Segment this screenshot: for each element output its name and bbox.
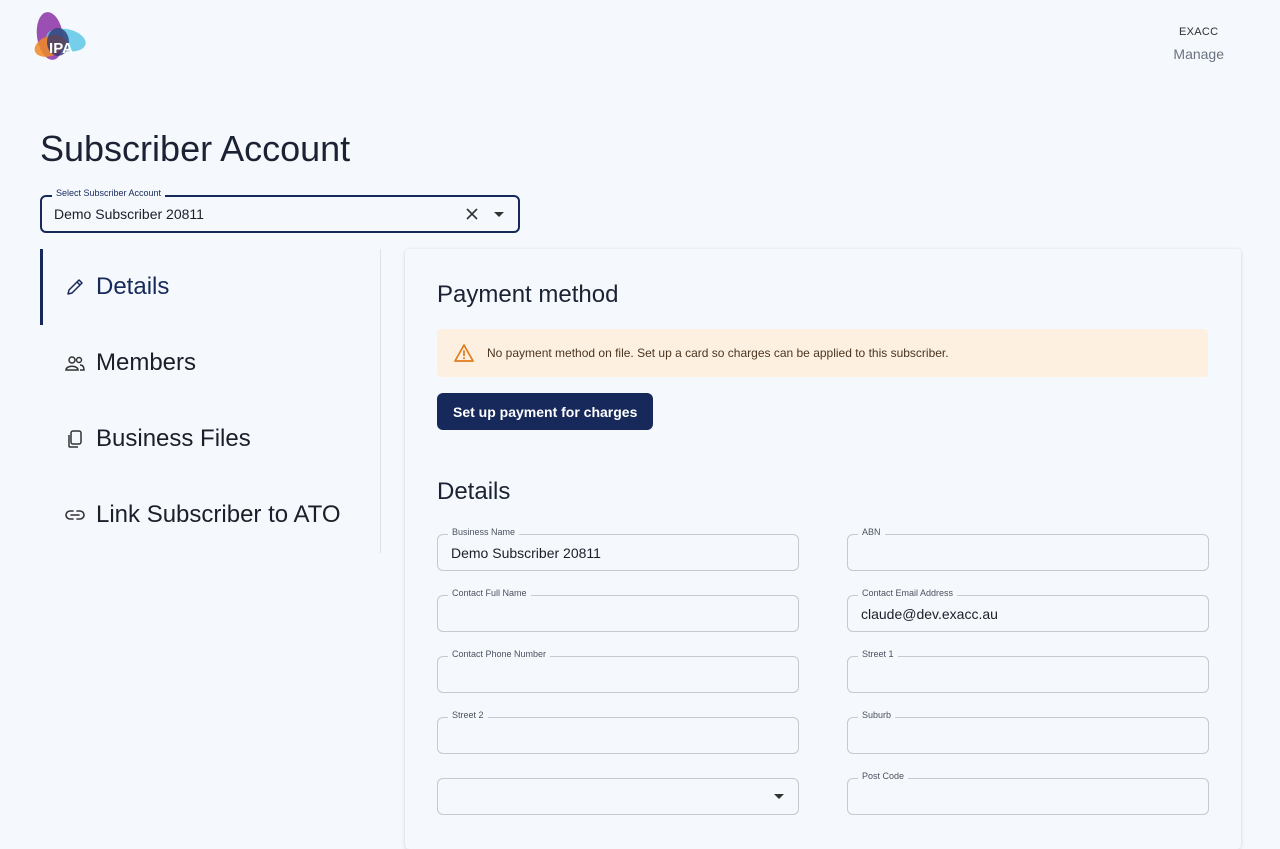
pencil-icon <box>64 276 86 298</box>
details-title: Details <box>437 478 511 505</box>
manage-link[interactable]: Manage <box>1173 46 1224 62</box>
page-title: Subscriber Account <box>40 128 351 169</box>
suburb-field[interactable]: Suburb <box>847 710 1209 754</box>
chevron-down-icon[interactable] <box>774 794 784 799</box>
street1-field[interactable]: Street 1 <box>847 649 1209 693</box>
contact-email-label: Contact Email Address <box>858 588 958 598</box>
abn-field[interactable]: ABN <box>847 527 1209 571</box>
business-name-label: Business Name <box>448 527 520 537</box>
sidebar-item-details[interactable]: Details <box>40 249 380 325</box>
street2-label: Street 2 <box>448 710 488 720</box>
street2-field[interactable]: Street 2 <box>437 710 799 754</box>
logo-graphic: IPA <box>34 12 86 60</box>
clear-icon[interactable] <box>464 206 480 222</box>
side-nav: Details Members Business Files Link Subs… <box>40 249 381 553</box>
sidebar-item-label: Business Files <box>96 425 251 452</box>
payment-warning-alert: No payment method on file. Set up a card… <box>437 329 1208 377</box>
sidebar-item-link-ato[interactable]: Link Subscriber to ATO <box>40 477 380 553</box>
users-icon <box>64 352 86 374</box>
sidebar-item-label: Details <box>96 273 170 300</box>
subscriber-select[interactable]: Select Subscriber Account Demo Subscribe… <box>40 188 520 233</box>
sidebar-item-business-files[interactable]: Business Files <box>40 401 380 477</box>
contact-full-name-field[interactable]: Contact Full Name <box>437 588 799 632</box>
sidebar-item-members[interactable]: Members <box>40 325 380 401</box>
link-icon <box>64 504 86 526</box>
setup-payment-button[interactable]: Set up payment for charges <box>437 393 654 430</box>
state-select[interactable] <box>437 778 799 815</box>
user-name: EXACC <box>1179 26 1219 38</box>
warning-icon <box>453 342 475 364</box>
contact-phone-label: Contact Phone Number <box>448 649 551 659</box>
ipa-logo[interactable]: IPA <box>28 10 88 66</box>
sidebar-item-label: Members <box>96 349 197 376</box>
suburb-label: Suburb <box>858 710 896 720</box>
user-menu: EXACC Manage <box>1173 26 1224 62</box>
contact-email-value: claude@dev.exacc.au <box>861 606 998 622</box>
subscriber-details-card: Payment method No payment method on file… <box>405 249 1241 849</box>
abn-label: ABN <box>858 527 885 537</box>
post-code-field[interactable]: Post Code <box>847 771 1209 815</box>
subscriber-select-value: Demo Subscriber 20811 <box>54 206 204 222</box>
contact-email-field[interactable]: Contact Email Address claude@dev.exacc.a… <box>847 588 1209 632</box>
business-name-value: Demo Subscriber 20811 <box>451 545 601 561</box>
post-code-label: Post Code <box>858 771 909 781</box>
payment-warning-text: No payment method on file. Set up a card… <box>487 346 949 360</box>
chevron-down-icon[interactable] <box>494 212 504 217</box>
contact-full-name-label: Contact Full Name <box>448 588 531 598</box>
street1-label: Street 1 <box>858 649 898 659</box>
subscriber-select-label: Select Subscriber Account <box>52 188 166 198</box>
logo-text: IPA <box>49 40 73 57</box>
contact-phone-field[interactable]: Contact Phone Number <box>437 649 799 693</box>
payment-method-title: Payment method <box>437 281 619 308</box>
sidebar-item-label: Link Subscriber to ATO <box>96 501 341 528</box>
files-icon <box>64 428 86 450</box>
business-name-field[interactable]: Business Name Demo Subscriber 20811 <box>437 527 799 571</box>
